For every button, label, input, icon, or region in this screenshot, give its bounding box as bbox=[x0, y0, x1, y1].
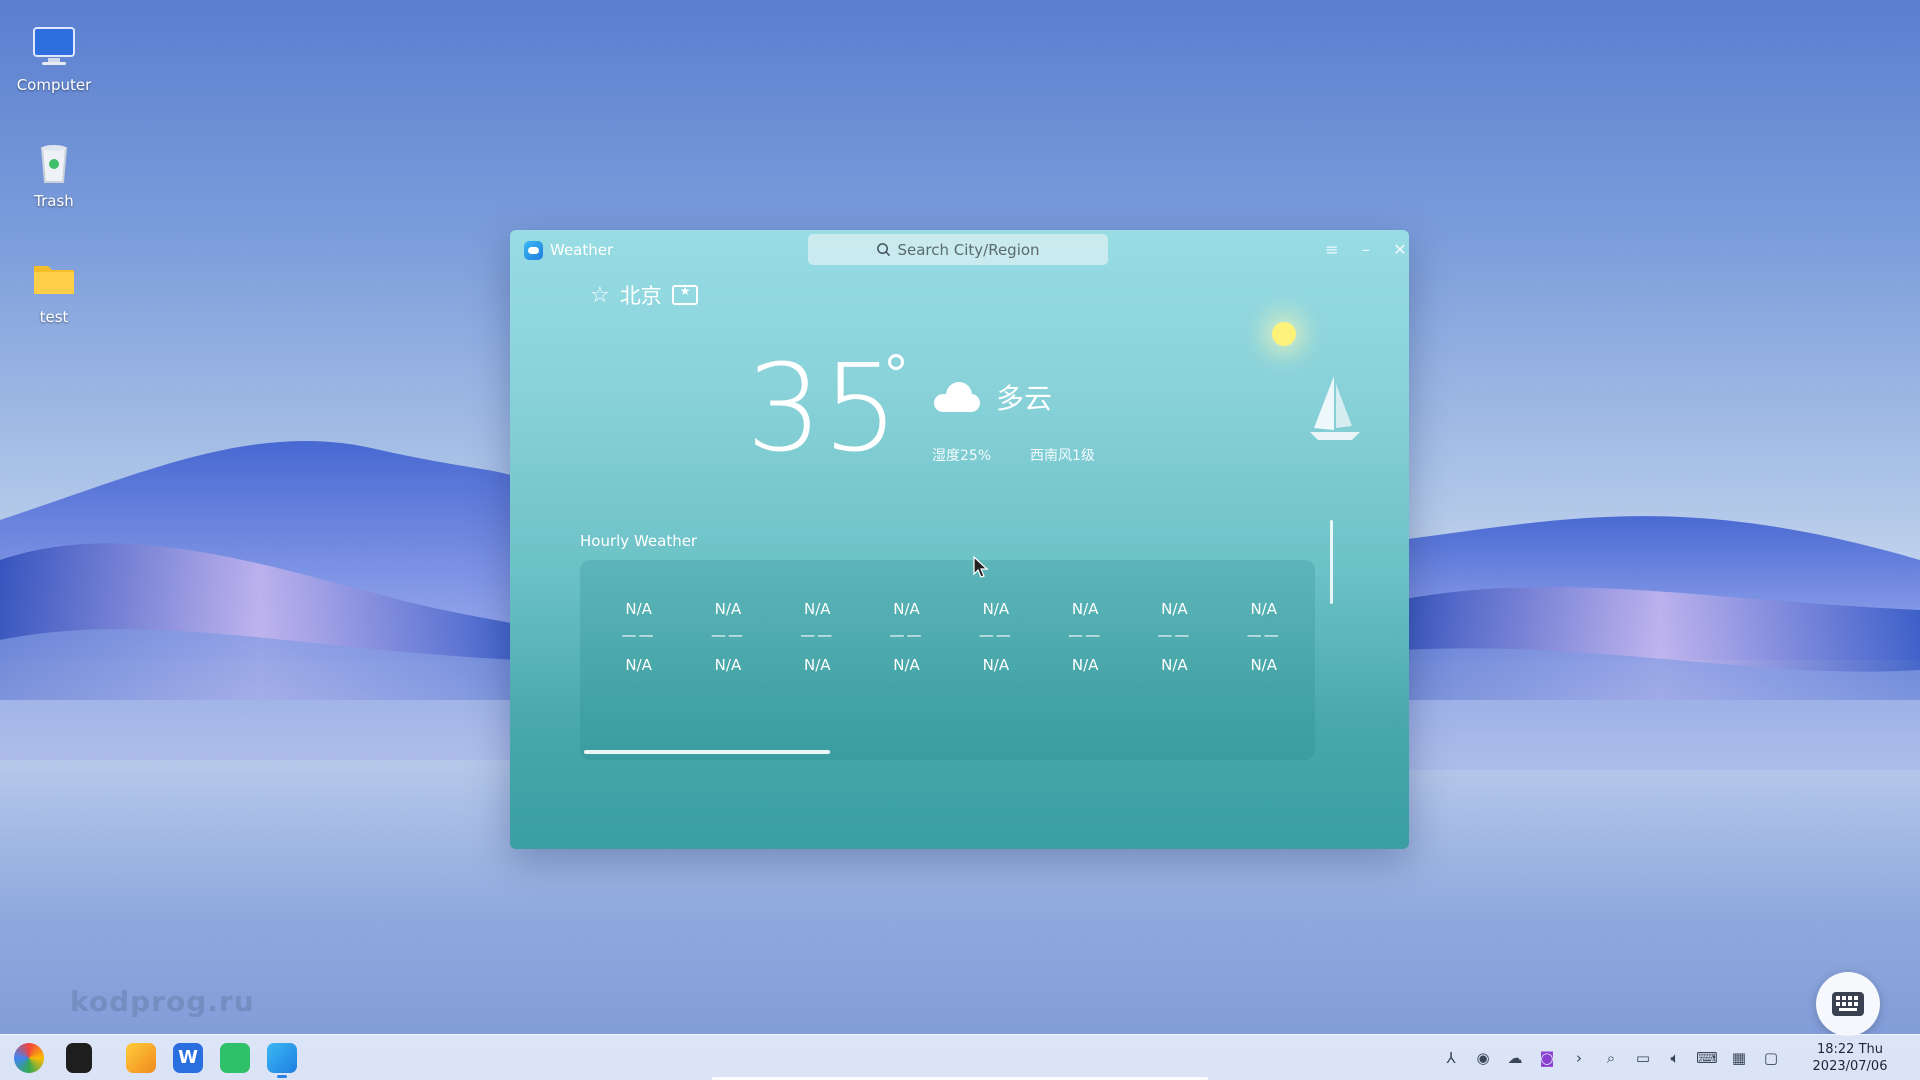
clock-date: 2023/07/06 bbox=[1812, 1059, 1888, 1074]
hourly-bottom-value: N/A bbox=[803, 656, 831, 674]
desktop-icon-label: test bbox=[39, 308, 69, 326]
hourly-bottom-value: N/A bbox=[893, 656, 920, 674]
humidity-text: 湿度25% bbox=[932, 448, 992, 464]
display-icon[interactable]: ▭ bbox=[1632, 1047, 1654, 1069]
menu-button[interactable]: ≡ bbox=[1320, 238, 1344, 262]
hourly-mid-value: —— bbox=[800, 626, 835, 644]
hourly-top-value: N/A bbox=[1161, 600, 1188, 618]
hourly-mid-value: —— bbox=[978, 626, 1013, 644]
search-input[interactable]: Search City/Region bbox=[808, 234, 1108, 265]
sailboat-illustration bbox=[1310, 376, 1360, 440]
expand-tray-icon[interactable]: › bbox=[1568, 1047, 1590, 1069]
multitask-view-icon[interactable] bbox=[66, 1043, 92, 1073]
hourly-item: N/A —— N/A bbox=[683, 600, 772, 674]
hourly-top-value: N/A bbox=[893, 600, 920, 618]
hourly-top-value: N/A bbox=[803, 600, 831, 618]
search-icon[interactable]: ⌕ bbox=[1600, 1047, 1622, 1069]
active-app-indicator bbox=[277, 1075, 287, 1078]
hourly-item: N/A —— N/A bbox=[773, 600, 862, 674]
hourly-item: N/A —— N/A bbox=[862, 600, 951, 674]
sun-illustration bbox=[1272, 322, 1296, 346]
network-icon[interactable]: ⅄ bbox=[1440, 1047, 1462, 1069]
window-title: Weather bbox=[550, 241, 614, 259]
hourly-bottom-value: N/A bbox=[714, 656, 742, 674]
weather-window: Weather Search City/Region ≡ – ✕ ☆ 北京 35… bbox=[510, 230, 1409, 849]
desktop-icon-test-folder[interactable]: test bbox=[8, 254, 100, 326]
search-placeholder: Search City/Region bbox=[897, 240, 1040, 259]
cloud-icon[interactable]: ☁ bbox=[1504, 1047, 1526, 1069]
keyboard-icon bbox=[1832, 992, 1864, 1016]
taskbar: W ⅄ ◉ ☁ ◙ › ⌕ ▭ 🔈︎ ⌨ ▦ ▢ 18:22 Thu 2023/… bbox=[0, 1034, 1920, 1080]
desktop-icon-label: Computer bbox=[16, 76, 92, 94]
weather-app-icon bbox=[524, 241, 543, 260]
degree-symbol bbox=[888, 354, 904, 370]
close-button[interactable]: ✕ bbox=[1388, 238, 1409, 262]
hourly-top-value: N/A bbox=[714, 600, 742, 618]
cloud-icon bbox=[934, 382, 980, 412]
watermark-text: kodprog.ru bbox=[70, 985, 255, 1018]
ime-icon[interactable]: ▦ bbox=[1728, 1047, 1750, 1069]
city-row: ☆ 北京 bbox=[590, 280, 698, 310]
hourly-bottom-value: N/A bbox=[1250, 656, 1277, 674]
launcher-icon[interactable] bbox=[14, 1043, 44, 1073]
hourly-bottom-value: N/A bbox=[1071, 656, 1099, 674]
folder-icon bbox=[30, 254, 78, 302]
hourly-item: N/A —— N/A bbox=[1219, 600, 1308, 674]
weather-condition: 多云 bbox=[934, 377, 1052, 417]
hourly-mid-value: —— bbox=[1246, 626, 1281, 644]
horizontal-scrollbar[interactable] bbox=[584, 750, 830, 754]
hourly-list: N/A —— N/A N/A —— N/A N/A —— N/A N/A —— N/A N/A —— N/A… bbox=[594, 600, 1308, 674]
hourly-item: N/A —— N/A bbox=[951, 600, 1040, 674]
desktop-icon-label: Trash bbox=[34, 192, 74, 210]
wind-text: 西南风1级 bbox=[1030, 448, 1095, 464]
hourly-item: N/A —— N/A bbox=[594, 600, 683, 674]
hourly-top-value: N/A bbox=[1071, 600, 1099, 618]
hourly-mid-value: —— bbox=[621, 626, 656, 644]
input-method-icon[interactable]: ◉ bbox=[1472, 1047, 1494, 1069]
hourly-top-value: N/A bbox=[625, 600, 652, 618]
window-titlebar[interactable]: Weather Search City/Region ≡ – ✕ bbox=[510, 230, 1409, 270]
trash-icon bbox=[30, 138, 78, 186]
search-icon bbox=[877, 243, 891, 257]
desktop-icon-trash[interactable]: Trash bbox=[8, 138, 100, 210]
mouse-cursor-icon bbox=[973, 556, 989, 578]
mail-icon[interactable] bbox=[220, 1043, 250, 1073]
hourly-item: N/A —— N/A bbox=[1130, 600, 1219, 674]
hourly-item: N/A —— N/A bbox=[1040, 600, 1129, 674]
hourly-mid-value: —— bbox=[710, 626, 745, 644]
condition-text: 多云 bbox=[996, 382, 1053, 415]
app-store-icon[interactable] bbox=[126, 1043, 156, 1073]
favorites-folder-icon[interactable] bbox=[671, 284, 698, 305]
virtual-keyboard-button[interactable] bbox=[1816, 972, 1880, 1036]
weather-app-icon[interactable] bbox=[267, 1043, 297, 1073]
taskbar-clock[interactable]: 18:22 Thu 2023/07/06 bbox=[1790, 1041, 1910, 1075]
hourly-weather-title: Hourly Weather bbox=[580, 532, 698, 550]
wps-icon[interactable]: W bbox=[173, 1043, 203, 1073]
keyboard-icon[interactable]: ⌨ bbox=[1696, 1047, 1718, 1069]
hourly-mid-value: —— bbox=[889, 626, 924, 644]
hourly-top-value: N/A bbox=[982, 600, 1010, 618]
hourly-bottom-value: N/A bbox=[625, 656, 652, 674]
current-temperature: 35 bbox=[746, 340, 899, 479]
hourly-weather-panel[interactable]: N/A —— N/A N/A —— N/A N/A —— N/A N/A —— N/A N/A —— N/A… bbox=[580, 560, 1315, 760]
hourly-mid-value: —— bbox=[1157, 626, 1192, 644]
vertical-scrollbar[interactable] bbox=[1330, 520, 1333, 604]
hourly-mid-value: —— bbox=[1068, 626, 1103, 644]
notification-icon[interactable]: ▢ bbox=[1760, 1047, 1782, 1069]
hourly-bottom-value: N/A bbox=[982, 656, 1010, 674]
computer-icon bbox=[30, 22, 78, 70]
hourly-bottom-value: N/A bbox=[1161, 656, 1188, 674]
volume-icon[interactable]: 🔈︎ bbox=[1664, 1047, 1686, 1069]
desktop-icon-computer[interactable]: Computer bbox=[8, 22, 100, 94]
favorite-star-icon[interactable]: ☆ bbox=[590, 283, 610, 308]
screen-recorder-icon[interactable]: ◙ bbox=[1536, 1047, 1558, 1069]
hourly-top-value: N/A bbox=[1250, 600, 1277, 618]
clock-time: 18:22 Thu bbox=[1816, 1042, 1883, 1057]
minimize-button[interactable]: – bbox=[1354, 238, 1378, 262]
city-name: 北京 bbox=[619, 284, 662, 308]
